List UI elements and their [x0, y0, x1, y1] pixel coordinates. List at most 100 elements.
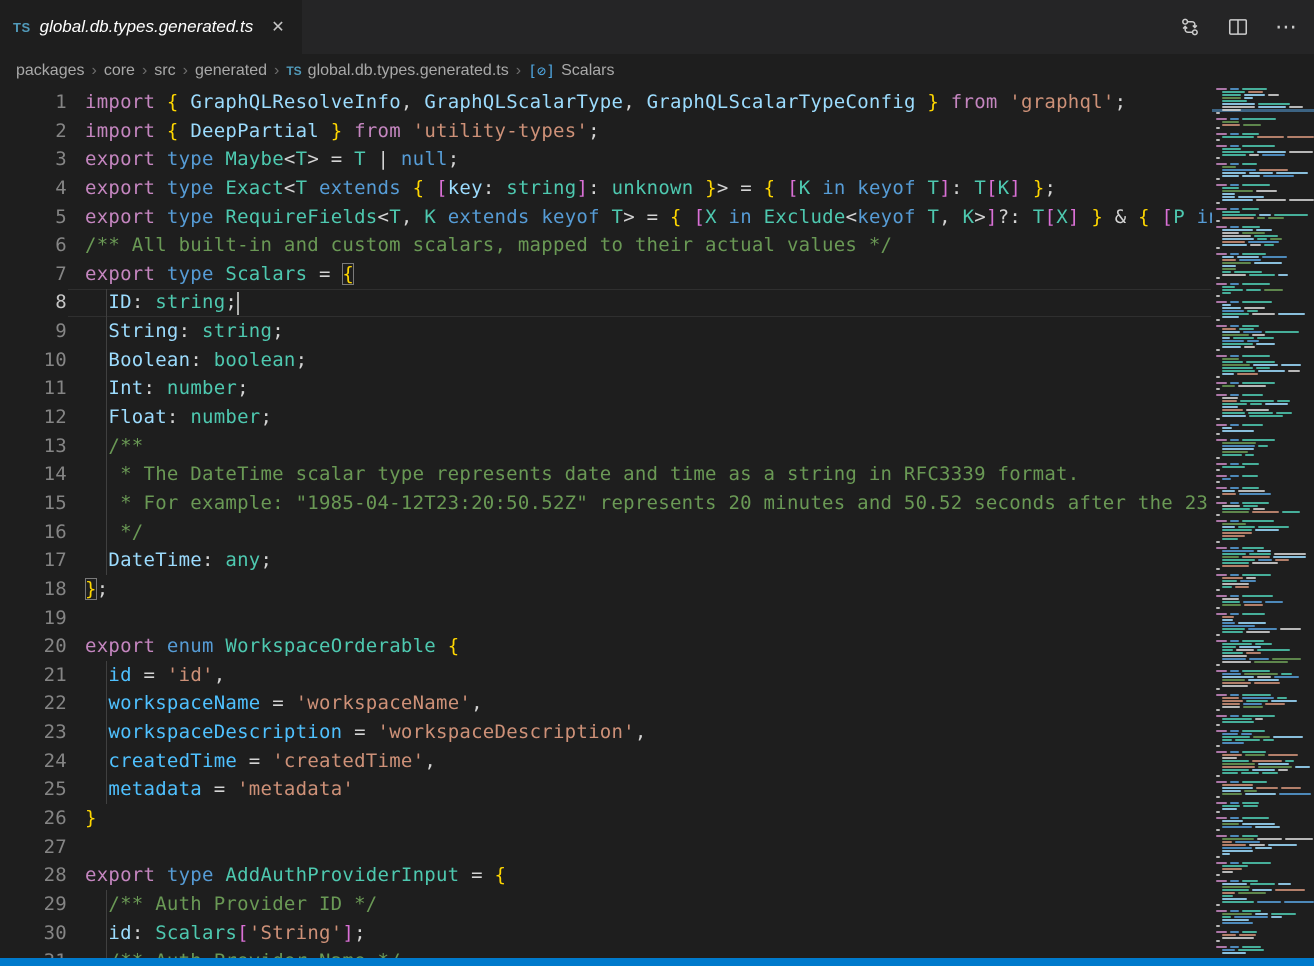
minimap-row	[1212, 247, 1314, 249]
minimap-row	[1212, 286, 1314, 288]
minimap-row	[1212, 814, 1314, 816]
open-changes-icon[interactable]	[1178, 15, 1202, 39]
code-line-19[interactable]	[85, 604, 1212, 633]
code-line-6[interactable]: /** All built-in and custom scalars, map…	[85, 231, 1212, 260]
minimap-row	[1212, 184, 1314, 186]
minimap-row	[1212, 793, 1314, 795]
code-line-4[interactable]: export type Exact<T extends { [key: stri…	[85, 174, 1212, 203]
minimap-row	[1212, 253, 1314, 255]
tab-global-db-types[interactable]: TS global.db.types.generated.ts ✕	[0, 0, 302, 54]
code-editor[interactable]: 1234567891011121314151617181920212223242…	[0, 88, 1212, 958]
minimap-row	[1212, 631, 1314, 633]
code-line-21[interactable]: id = 'id',	[85, 661, 1212, 690]
code-line-23[interactable]: workspaceDescription = 'workspaceDescrip…	[85, 718, 1212, 747]
line-number: 11	[0, 374, 67, 403]
code-line-27[interactable]	[85, 833, 1212, 862]
minimap-row	[1212, 118, 1314, 120]
close-icon[interactable]: ✕	[268, 15, 287, 39]
code-line-30[interactable]: id: Scalars['String'];	[85, 919, 1212, 948]
breadcrumb-item-generated[interactable]: generated	[195, 62, 267, 80]
minimap-row	[1212, 922, 1314, 924]
line-number: 16	[0, 518, 67, 547]
minimap[interactable]	[1212, 88, 1314, 958]
code-line-14[interactable]: * The DateTime scalar type represents da…	[85, 460, 1212, 489]
minimap-row	[1212, 532, 1314, 534]
minimap-row	[1212, 271, 1314, 273]
minimap-row	[1212, 763, 1314, 765]
code-line-11[interactable]: Int: number;	[85, 374, 1212, 403]
minimap-row	[1212, 736, 1314, 738]
code-line-15[interactable]: * For example: "1985-04-12T23:20:50.52Z"…	[85, 489, 1212, 518]
code-line-16[interactable]: */	[85, 518, 1212, 547]
minimap-row	[1212, 667, 1314, 669]
minimap-row	[1212, 616, 1314, 618]
breadcrumb-item-core[interactable]: core	[104, 62, 135, 80]
code-line-22[interactable]: workspaceName = 'workspaceName',	[85, 689, 1212, 718]
code-line-12[interactable]: Float: number;	[85, 403, 1212, 432]
minimap-row	[1212, 652, 1314, 654]
line-number: 12	[0, 403, 67, 432]
code-line-8[interactable]: ID: string;	[85, 288, 1212, 317]
breadcrumb-item-src[interactable]: src	[154, 62, 175, 80]
status-bar[interactable]	[0, 958, 1314, 966]
minimap-row	[1212, 874, 1314, 876]
code-line-26[interactable]: }	[85, 804, 1212, 833]
minimap-row	[1212, 805, 1314, 807]
gutter[interactable]: 1234567891011121314151617181920212223242…	[0, 88, 67, 958]
code-area[interactable]: import { GraphQLResolveInfo, GraphQLScal…	[85, 88, 1212, 958]
code-line-18[interactable]: };	[85, 575, 1212, 604]
code-line-24[interactable]: createdTime = 'createdTime',	[85, 747, 1212, 776]
minimap-row	[1212, 145, 1314, 147]
minimap-row	[1212, 193, 1314, 195]
code-line-28[interactable]: export type AddAuthProviderInput = {	[85, 861, 1212, 890]
minimap-row	[1212, 106, 1314, 108]
minimap-row	[1212, 316, 1314, 318]
code-line-31[interactable]: /** Auth Provider Name */	[85, 947, 1212, 958]
minimap-row	[1212, 853, 1314, 855]
minimap-row	[1212, 169, 1314, 171]
breadcrumb-item-packages[interactable]: packages	[16, 62, 85, 80]
code-line-7[interactable]: export type Scalars = {	[85, 260, 1212, 289]
minimap-row	[1212, 862, 1314, 864]
code-line-2[interactable]: import { DeepPartial } from 'utility-typ…	[85, 117, 1212, 146]
code-line-5[interactable]: export type RequireFields<T, K extends k…	[85, 203, 1212, 232]
more-actions-icon[interactable]: ⋯	[1274, 15, 1298, 39]
vscode-window: TS global.db.types.generated.ts ✕	[0, 0, 1314, 966]
minimap-row	[1212, 340, 1314, 342]
code-line-29[interactable]: /** Auth Provider ID */	[85, 890, 1212, 919]
code-line-13[interactable]: /**	[85, 432, 1212, 461]
minimap-row	[1212, 838, 1314, 840]
breadcrumb-item-global-db-types-generated-ts[interactable]: TSglobal.db.types.generated.ts	[286, 62, 508, 80]
code-line-10[interactable]: Boolean: boolean;	[85, 346, 1212, 375]
line-number: 19	[0, 604, 67, 633]
minimap-row	[1212, 127, 1314, 129]
minimap-row	[1212, 610, 1314, 612]
minimap-row	[1212, 796, 1314, 798]
code-line-3[interactable]: export type Maybe<T> = T | null;	[85, 145, 1212, 174]
code-line-25[interactable]: metadata = 'metadata'	[85, 775, 1212, 804]
code-line-9[interactable]: String: string;	[85, 317, 1212, 346]
minimap-row	[1212, 700, 1314, 702]
minimap-row	[1212, 643, 1314, 645]
minimap-row	[1212, 508, 1314, 510]
minimap-row	[1212, 727, 1314, 729]
line-number: 4	[0, 174, 67, 203]
symbol-type-icon: [⊘]	[528, 62, 555, 80]
minimap-row	[1212, 292, 1314, 294]
minimap-row	[1212, 274, 1314, 276]
code-line-20[interactable]: export enum WorkspaceOrderable {	[85, 632, 1212, 661]
minimap-row	[1212, 685, 1314, 687]
minimap-row	[1212, 520, 1314, 522]
code-line-17[interactable]: DateTime: any;	[85, 546, 1212, 575]
minimap-row	[1212, 325, 1314, 327]
breadcrumb-separator: ›	[92, 62, 97, 80]
code-line-1[interactable]: import { GraphQLResolveInfo, GraphQLScal…	[85, 88, 1212, 117]
minimap-row	[1212, 148, 1314, 150]
split-editor-icon[interactable]	[1226, 15, 1250, 39]
minimap-row	[1212, 592, 1314, 594]
breadcrumb-item-scalars[interactable]: [⊘]Scalars	[528, 62, 614, 80]
minimap-row	[1212, 91, 1314, 93]
minimap-row	[1212, 298, 1314, 300]
minimap-row	[1212, 97, 1314, 99]
minimap-row	[1212, 679, 1314, 681]
